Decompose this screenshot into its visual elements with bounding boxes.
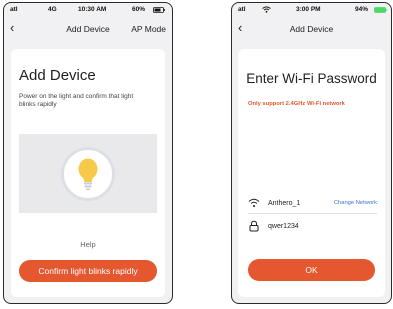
- battery-icon: [374, 7, 387, 13]
- confirm-blink-button[interactable]: Confirm light blinks rapidly: [19, 260, 157, 282]
- bulb-illustration: [19, 134, 157, 213]
- lock-icon: [249, 220, 259, 232]
- wifi-form-card: Enter Wi-Fi Password Only support 2.4GHz…: [238, 49, 385, 297]
- nav-title: Add Device: [289, 24, 334, 34]
- page-heading: Add Device: [19, 67, 96, 84]
- right-phone-screen: atl 3:00 PM 94% ‹ Add Device Enter Wi-Fi…: [231, 2, 392, 304]
- clock: 10:30 AM: [78, 6, 107, 13]
- carrier-label: atl: [238, 6, 246, 13]
- status-bar: atl 4G 10:30 AM 60%: [4, 3, 172, 17]
- battery-label: 94%: [355, 6, 369, 13]
- battery-label: 60%: [132, 6, 146, 13]
- wifi-icon: [248, 198, 260, 207]
- status-bar: atl 3:00 PM 94%: [232, 3, 391, 17]
- bulb-ring: [61, 146, 115, 201]
- instruction-text: Power on the light and confirm that ligh…: [19, 93, 134, 108]
- nav-bar: ‹ Add Device AP Mode: [4, 19, 172, 39]
- wifi-signal-icon: [262, 6, 271, 13]
- carrier-label: atl: [10, 6, 18, 13]
- ok-button[interactable]: OK: [248, 259, 375, 281]
- help-link[interactable]: Help: [11, 240, 165, 249]
- wifi-network-row: Anthero_1 Change Network: [248, 197, 377, 211]
- left-phone-screen: atl 4G 10:30 AM 60% ‹ Add Device AP Mode…: [3, 2, 173, 304]
- change-network-link[interactable]: Change Network: [334, 200, 377, 206]
- wifi-warning-text: Only support 2.4GHz Wi-Fi network: [248, 101, 345, 107]
- wifi-password-row: qwer1234: [248, 220, 377, 234]
- battery-icon: [153, 7, 165, 13]
- ap-mode-button[interactable]: AP Mode: [131, 24, 166, 34]
- lightbulb-icon: [78, 158, 98, 190]
- page-heading: Enter Wi-Fi Password: [246, 71, 377, 86]
- wifi-password-field[interactable]: qwer1234: [268, 223, 299, 230]
- network-label: 4G: [48, 6, 57, 13]
- clock: 3:00 PM: [296, 6, 321, 13]
- nav-bar: ‹ Add Device: [232, 19, 391, 39]
- wifi-ssid-field[interactable]: Anthero_1: [268, 200, 300, 207]
- instruction-card: Add Device Power on the light and confir…: [11, 49, 165, 297]
- field-divider: [248, 213, 377, 214]
